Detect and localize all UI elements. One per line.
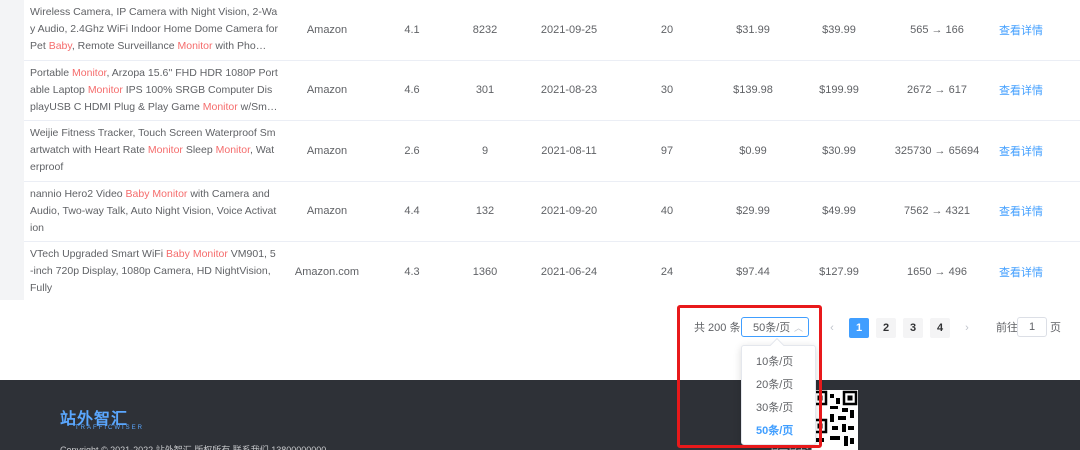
page-button-2[interactable]: 2 xyxy=(876,318,896,338)
keyword-highlight: Monitor xyxy=(147,144,183,157)
annotation-highlight-box xyxy=(677,305,822,448)
title-text: Portable xyxy=(30,66,73,79)
view-details-link[interactable]: 查看详情 xyxy=(996,182,1046,242)
date-cell: 2021-06-24 xyxy=(540,265,598,278)
keyword-highlight: Baby Monitor xyxy=(125,187,188,200)
date-cell: 2021-08-11 xyxy=(541,144,597,157)
footer-logo-subtitle: TRAFFICWISER xyxy=(75,425,144,431)
product-title: VTech Upgraded Smart WiFi Baby Monitor V… xyxy=(30,246,278,297)
product-title: nannio Hero2 Video Baby Monitor with Cam… xyxy=(30,186,278,237)
date-cell: 2021-09-20 xyxy=(540,205,598,218)
title-text: nannio Hero2 Video xyxy=(30,187,126,200)
goto-suffix: 页 xyxy=(1050,322,1061,334)
table-row: Weijie Fitness Tracker, Touch Screen Wat… xyxy=(24,121,1080,182)
date-cell: 2021-08-23 xyxy=(540,84,598,97)
prev-page-button[interactable]: ‹ xyxy=(822,318,842,338)
table-row: Portable Monitor, Arzopa 15.6'' FHD HDR … xyxy=(24,61,1080,121)
table-row: Wireless Camera, IP Camera with Night Vi… xyxy=(24,0,1080,61)
product-title-cell: Weijie Fitness Tracker, Touch Screen Wat… xyxy=(30,121,278,181)
date-cell: 2021-09-25 xyxy=(540,23,598,36)
keyword-highlight: Baby Monitor xyxy=(165,248,228,261)
rank-change-cell: 1650 → 496 xyxy=(907,265,967,278)
list-price-cell: $30.99 xyxy=(822,144,856,157)
page-button-1[interactable]: 1 xyxy=(849,318,869,338)
title-text: with Pho… xyxy=(212,40,267,53)
table-row: VTech Upgraded Smart WiFi Baby Monitor V… xyxy=(24,242,1080,303)
product-title-cell: Wireless Camera, IP Camera with Night Vi… xyxy=(30,0,278,60)
footer-copyright: Copyright © 2021-2022 站外智汇 版权所有 联系我们 138… xyxy=(60,445,327,450)
list-price-cell: $39.99 xyxy=(822,23,856,36)
list-price-cell: $127.99 xyxy=(819,265,859,278)
list-price-cell: $49.99 xyxy=(822,205,856,218)
list-price-cell: $199.99 xyxy=(819,84,859,97)
keyword-highlight: Monitor xyxy=(177,40,213,53)
next-page-button[interactable]: › xyxy=(957,318,977,338)
product-title-cell: VTech Upgraded Smart WiFi Baby Monitor V… xyxy=(30,242,278,302)
title-text: Sleep xyxy=(182,144,216,157)
keyword-highlight: Monitor xyxy=(72,66,107,79)
view-details-link[interactable]: 查看详情 xyxy=(996,242,1046,302)
table-row: nannio Hero2 Video Baby Monitor with Cam… xyxy=(24,182,1080,242)
site-footer xyxy=(0,380,1080,450)
goto-page-input[interactable]: 1 xyxy=(1017,317,1047,337)
page-button-3[interactable]: 3 xyxy=(903,318,923,338)
product-title: Weijie Fitness Tracker, Touch Screen Wat… xyxy=(30,125,278,176)
keyword-highlight: Monitor xyxy=(215,144,251,157)
title-text: VTech Upgraded Smart WiFi xyxy=(30,248,166,261)
page-button-4[interactable]: 4 xyxy=(930,318,950,338)
pagination-bar: 共 200 条 xyxy=(0,300,1080,380)
rank-change-cell: 565 → 166 xyxy=(910,23,964,36)
keyword-highlight: Monitor xyxy=(87,83,123,96)
title-text: , Remote Surveillance xyxy=(71,40,178,53)
title-text: w/Sm… xyxy=(237,100,278,113)
product-title: Wireless Camera, IP Camera with Night Vi… xyxy=(30,4,278,55)
results-table: Wireless Camera, IP Camera with Night Vi… xyxy=(24,0,1080,303)
keyword-highlight: Baby xyxy=(48,40,72,53)
goto-label: 前往 xyxy=(996,322,1018,334)
rank-change-cell: 2672 → 617 xyxy=(907,84,967,97)
view-details-link[interactable]: 查看详情 xyxy=(996,61,1046,121)
rank-change-cell: 7562 → 4321 xyxy=(903,205,971,218)
view-details-link[interactable]: 查看详情 xyxy=(996,121,1046,181)
rank-change-cell: 325730 → 65694 xyxy=(894,144,980,157)
view-details-link[interactable]: 查看详情 xyxy=(996,0,1046,60)
product-title-cell: Portable Monitor, Arzopa 15.6'' FHD HDR … xyxy=(30,61,278,121)
product-title: Portable Monitor, Arzopa 15.6'' FHD HDR … xyxy=(30,65,278,116)
product-title-cell: nannio Hero2 Video Baby Monitor with Cam… xyxy=(30,182,278,242)
keyword-highlight: Monitor xyxy=(202,100,238,113)
